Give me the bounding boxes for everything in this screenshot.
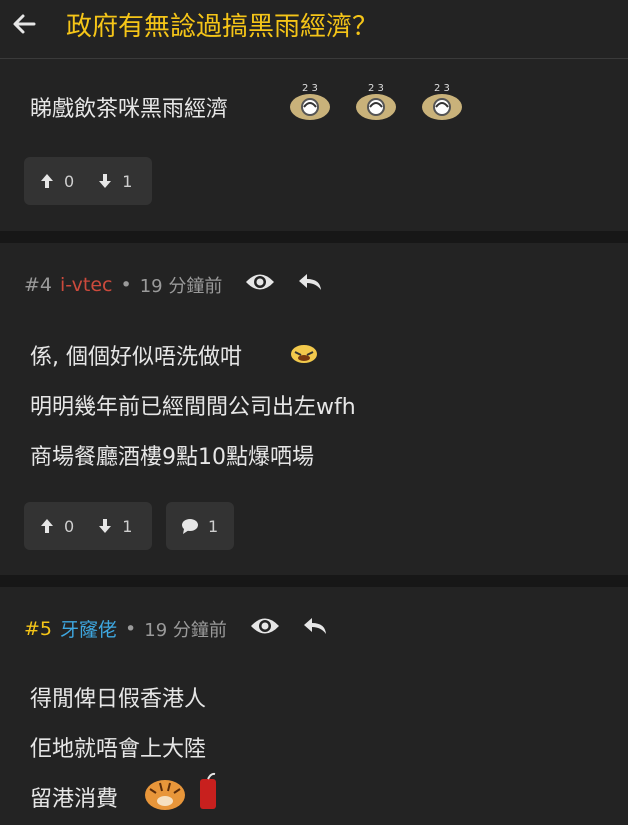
eye-icon[interactable] [249, 615, 281, 642]
tiger-emoticon-icon [142, 771, 188, 817]
post-4: #4 i-vtec • 19 分鐘前 係, 個個好似唔洗做咁 明明幾年前已經間間… [0, 243, 628, 575]
post-line: 商場餐廳酒樓9點10點爆哂場 [30, 445, 314, 470]
post-number: #5 [24, 617, 53, 640]
post-separator [0, 231, 628, 243]
dizzy-emoticon-icon: 2 3 2 3 2 3 [290, 83, 462, 120]
reply-icon[interactable] [296, 271, 324, 298]
svg-text:2 3: 2 3 [302, 83, 318, 94]
downvote-button[interactable]: 1 [96, 517, 132, 536]
username[interactable]: 牙窿佬 [60, 615, 117, 642]
post-5: #5 牙窿佬 • 19 分鐘前 得閒俾日假香港人 佢地就唔會上大陸 留港消費 [0, 587, 628, 825]
meta-dot: • [120, 273, 132, 296]
username[interactable]: i-vtec [60, 274, 112, 296]
thumbs-down-icon [99, 519, 112, 533]
comment-icon [182, 519, 198, 534]
upvote-button[interactable]: 0 [38, 517, 74, 536]
downvote-count: 1 [122, 171, 133, 191]
thumbs-down-icon [99, 174, 112, 188]
svg-text:2 3: 2 3 [434, 83, 450, 94]
post-number: #4 [24, 273, 53, 296]
reply-count-button[interactable]: 1 [166, 502, 234, 550]
vote-bar: 0 1 [24, 502, 152, 550]
firecracker-icon [195, 771, 221, 815]
laughing-emoticon-icon [289, 341, 319, 369]
post-meta: #4 i-vtec • 19 分鐘前 [24, 271, 324, 298]
vote-bar: 0 1 [24, 157, 152, 205]
downvote-count: 1 [122, 516, 133, 536]
upvote-button[interactable]: 0 [38, 172, 74, 191]
post-line: 係, 個個好似唔洗做咁 [30, 345, 242, 370]
top-bar: 政府有無諗過搞黑雨經濟？ [0, 0, 628, 59]
emoticon-icons: 2 3 2 3 2 3 [282, 79, 482, 129]
reply-icon[interactable] [301, 615, 329, 642]
svg-text:2 3: 2 3 [368, 83, 384, 94]
thumbs-up-icon [41, 174, 53, 188]
post-line: 睇戲飲茶咪黑雨經濟 [30, 97, 229, 122]
post-meta: #5 牙窿佬 • 19 分鐘前 [24, 615, 329, 642]
upvote-count: 0 [64, 516, 75, 536]
post-line: 得閒俾日假香港人 [30, 687, 207, 712]
post-line: 佢地就唔會上大陸 [30, 737, 207, 762]
post-3: 睇戲飲茶咪黑雨經濟 2 3 2 3 2 3 0 1 [0, 59, 628, 231]
meta-dot: • [125, 617, 137, 640]
post-line: 明明幾年前已經間間公司出左wfh [30, 395, 356, 420]
thumbs-up-icon [41, 519, 53, 533]
post-line: 留港消費 [30, 787, 119, 812]
post-time: 19 分鐘前 [139, 275, 223, 297]
back-arrow-icon[interactable] [10, 10, 38, 38]
reply-count: 1 [208, 516, 219, 536]
downvote-button[interactable]: 1 [96, 172, 132, 191]
post-separator [0, 575, 628, 587]
thread-title: 政府有無諗過搞黑雨經濟？ [66, 12, 379, 42]
upvote-count: 0 [64, 171, 75, 191]
eye-icon[interactable] [244, 271, 276, 298]
post-time: 19 分鐘前 [144, 619, 227, 641]
